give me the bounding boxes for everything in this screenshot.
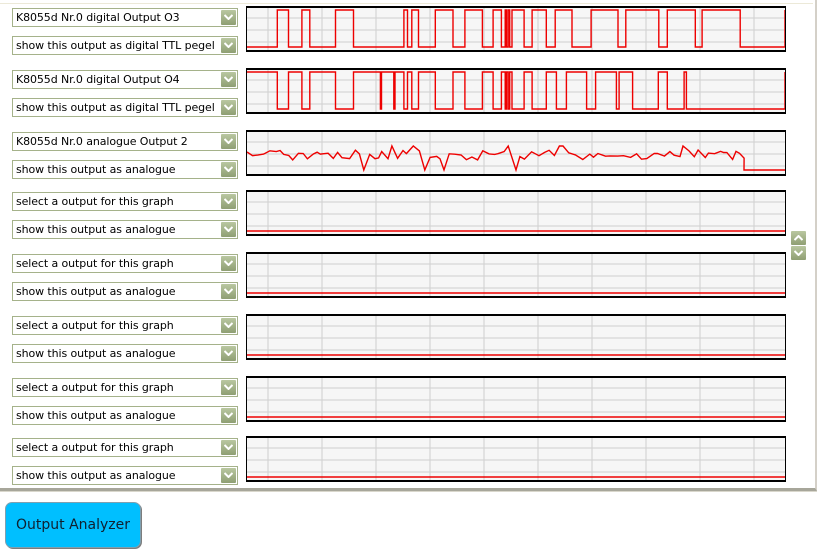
display-mode-select[interactable]: show this output as analogue bbox=[12, 344, 238, 363]
chevron-down-icon bbox=[224, 42, 233, 48]
signal-graph bbox=[246, 436, 786, 482]
chevron-down-icon bbox=[224, 166, 233, 172]
display-mode-dropdown-button[interactable] bbox=[221, 346, 236, 361]
output-select-dropdown-button[interactable] bbox=[221, 440, 236, 455]
arrow-down-icon bbox=[794, 250, 803, 256]
display-mode-select-value: show this output as analogue bbox=[16, 347, 176, 360]
display-mode-dropdown-button[interactable] bbox=[221, 162, 236, 177]
chevron-down-icon bbox=[224, 226, 233, 232]
graph-canvas bbox=[247, 132, 785, 174]
signal-graph bbox=[246, 190, 786, 236]
display-mode-dropdown-button[interactable] bbox=[221, 222, 236, 237]
output-select[interactable]: select a output for this graph bbox=[12, 254, 238, 273]
chevron-down-icon bbox=[224, 288, 233, 294]
display-mode-select[interactable]: show this output as digital TTL pegel bbox=[12, 98, 238, 117]
output-select-dropdown-button[interactable] bbox=[221, 10, 236, 25]
scroll-up-button[interactable] bbox=[791, 231, 806, 245]
graph-canvas bbox=[247, 70, 785, 112]
display-mode-dropdown-button[interactable] bbox=[221, 100, 236, 115]
graph-canvas bbox=[247, 316, 785, 358]
chevron-down-icon bbox=[224, 350, 233, 356]
signal-trace bbox=[247, 9, 785, 48]
signal-graph bbox=[246, 6, 786, 52]
panel-divider bbox=[0, 3, 813, 4]
display-mode-select[interactable]: show this output as analogue bbox=[12, 160, 238, 179]
output-select[interactable]: K8055d Nr.0 analogue Output 2 bbox=[12, 132, 238, 151]
display-mode-select[interactable]: show this output as digital TTL pegel bbox=[12, 36, 238, 55]
graph-canvas bbox=[247, 438, 785, 480]
display-mode-dropdown-button[interactable] bbox=[221, 284, 236, 299]
display-mode-select-value: show this output as analogue bbox=[16, 163, 176, 176]
display-mode-select-value: show this output as digital TTL pegel bbox=[16, 101, 215, 114]
signal-graph bbox=[246, 252, 786, 298]
output-select-value: select a output for this graph bbox=[16, 441, 174, 454]
output-select[interactable]: K8055d Nr.0 digital Output O3 bbox=[12, 8, 238, 27]
output-select-dropdown-button[interactable] bbox=[221, 134, 236, 149]
display-mode-dropdown-button[interactable] bbox=[221, 468, 236, 483]
chevron-down-icon bbox=[224, 104, 233, 110]
display-mode-select-value: show this output as digital TTL pegel bbox=[16, 39, 215, 52]
output-analyzer-button[interactable]: Output Analyzer bbox=[5, 502, 141, 548]
chevron-down-icon bbox=[224, 444, 233, 450]
output-select[interactable]: select a output for this graph bbox=[12, 316, 238, 335]
output-select[interactable]: select a output for this graph bbox=[12, 438, 238, 457]
chevron-down-icon bbox=[224, 322, 233, 328]
scroll-down-button[interactable] bbox=[791, 246, 806, 260]
output-select[interactable]: select a output for this graph bbox=[12, 378, 238, 397]
display-mode-select-value: show this output as analogue bbox=[16, 223, 176, 236]
chevron-down-icon bbox=[224, 198, 233, 204]
display-mode-select[interactable]: show this output as analogue bbox=[12, 220, 238, 239]
output-select-dropdown-button[interactable] bbox=[221, 194, 236, 209]
arrow-up-icon bbox=[794, 235, 803, 241]
output-select-dropdown-button[interactable] bbox=[221, 318, 236, 333]
chevron-down-icon bbox=[224, 138, 233, 144]
graph-canvas bbox=[247, 254, 785, 296]
output-select-value: K8055d Nr.0 digital Output O3 bbox=[16, 11, 180, 24]
chevron-down-icon bbox=[224, 384, 233, 390]
output-select-dropdown-button[interactable] bbox=[221, 380, 236, 395]
chevron-down-icon bbox=[224, 14, 233, 20]
display-mode-select-value: show this output as analogue bbox=[16, 469, 176, 482]
display-mode-select[interactable]: show this output as analogue bbox=[12, 466, 238, 485]
chevron-down-icon bbox=[224, 260, 233, 266]
signal-graph bbox=[246, 130, 786, 176]
signal-graph bbox=[246, 376, 786, 422]
output-select-value: select a output for this graph bbox=[16, 195, 174, 208]
output-select-dropdown-button[interactable] bbox=[221, 256, 236, 271]
display-mode-select-value: show this output as analogue bbox=[16, 285, 176, 298]
output-select[interactable]: K8055d Nr.0 digital Output O4 bbox=[12, 70, 238, 89]
chevron-down-icon bbox=[224, 472, 233, 478]
graph-canvas bbox=[247, 192, 785, 234]
display-mode-select[interactable]: show this output as analogue bbox=[12, 282, 238, 301]
signal-trace bbox=[247, 71, 785, 110]
output-select-dropdown-button[interactable] bbox=[221, 72, 236, 87]
output-select-value: select a output for this graph bbox=[16, 257, 174, 270]
graph-canvas bbox=[247, 8, 785, 50]
chevron-down-icon bbox=[224, 76, 233, 82]
output-select-value: K8055d Nr.0 analogue Output 2 bbox=[16, 135, 188, 148]
output-select-value: select a output for this graph bbox=[16, 319, 174, 332]
output-select[interactable]: select a output for this graph bbox=[12, 192, 238, 211]
display-mode-select[interactable]: show this output as analogue bbox=[12, 406, 238, 425]
output-select-value: select a output for this graph bbox=[16, 381, 174, 394]
graph-canvas bbox=[247, 378, 785, 420]
signal-graph bbox=[246, 68, 786, 114]
display-mode-dropdown-button[interactable] bbox=[221, 38, 236, 53]
display-mode-dropdown-button[interactable] bbox=[221, 408, 236, 423]
chevron-down-icon bbox=[224, 412, 233, 418]
display-mode-select-value: show this output as analogue bbox=[16, 409, 176, 422]
output-select-value: K8055d Nr.0 digital Output O4 bbox=[16, 73, 180, 86]
signal-graph bbox=[246, 314, 786, 360]
